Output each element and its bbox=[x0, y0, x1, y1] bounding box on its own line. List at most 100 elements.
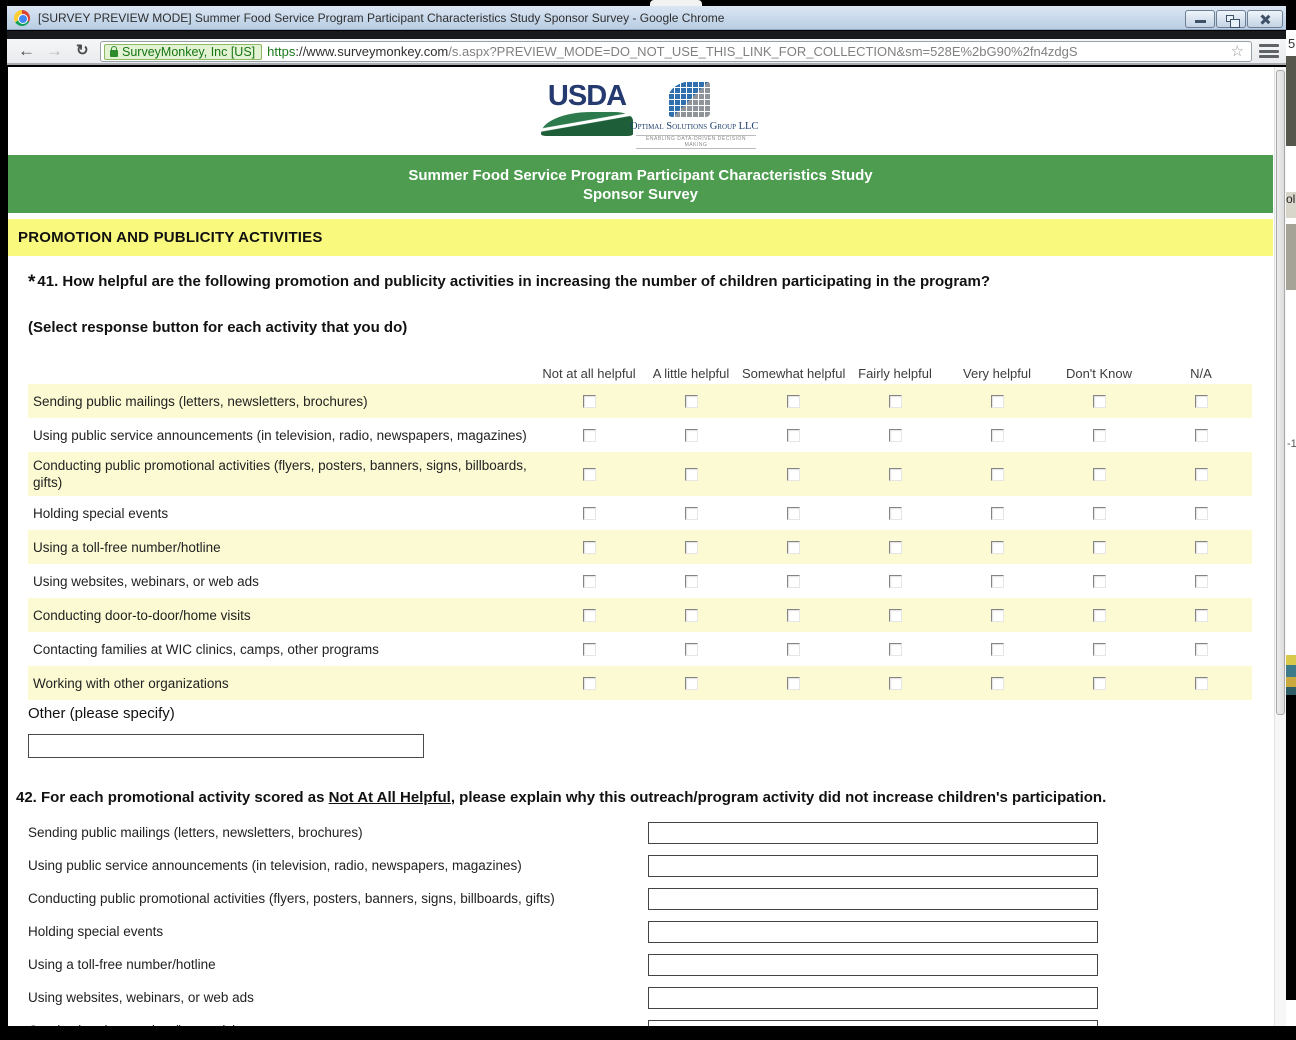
response-checkbox[interactable] bbox=[685, 643, 698, 656]
response-checkbox[interactable] bbox=[583, 643, 596, 656]
response-checkbox[interactable] bbox=[583, 609, 596, 622]
response-checkbox[interactable] bbox=[1195, 677, 1208, 690]
response-checkbox[interactable] bbox=[583, 429, 596, 442]
page-scrollbar[interactable] bbox=[1274, 67, 1286, 1026]
response-checkbox[interactable] bbox=[685, 507, 698, 520]
section-header: PROMOTION AND PUBLICITY ACTIVITIES bbox=[8, 219, 1273, 256]
response-checkbox[interactable] bbox=[991, 643, 1004, 656]
response-checkbox[interactable] bbox=[889, 541, 902, 554]
response-checkbox[interactable] bbox=[583, 541, 596, 554]
response-checkbox[interactable] bbox=[787, 541, 800, 554]
response-checkbox[interactable] bbox=[1195, 429, 1208, 442]
explain-input[interactable] bbox=[648, 921, 1098, 943]
survey-title-banner: Summer Food Service Program Participant … bbox=[8, 155, 1273, 213]
ssl-ev-badge[interactable]: SurveyMonkey, Inc [US] bbox=[104, 44, 262, 60]
column-header: Not at all helpful bbox=[538, 366, 640, 381]
response-checkbox[interactable] bbox=[991, 395, 1004, 408]
response-checkbox[interactable] bbox=[1093, 429, 1106, 442]
survey-title-line1: Summer Food Service Program Participant … bbox=[8, 166, 1273, 185]
response-checkbox[interactable] bbox=[787, 395, 800, 408]
chrome-menu-button[interactable] bbox=[1259, 44, 1281, 60]
restore-button[interactable] bbox=[1216, 10, 1246, 28]
response-checkbox[interactable] bbox=[1195, 507, 1208, 520]
response-checkbox[interactable] bbox=[787, 575, 800, 588]
response-checkbox[interactable] bbox=[685, 429, 698, 442]
minimize-button[interactable] bbox=[1185, 10, 1215, 28]
response-checkbox[interactable] bbox=[1195, 575, 1208, 588]
response-checkbox[interactable] bbox=[787, 609, 800, 622]
response-checkbox[interactable] bbox=[1195, 541, 1208, 554]
response-checkbox[interactable] bbox=[1093, 643, 1106, 656]
response-checkbox[interactable] bbox=[583, 468, 596, 481]
scrollbar-thumb[interactable] bbox=[1276, 70, 1285, 715]
response-checkbox[interactable] bbox=[1093, 609, 1106, 622]
response-checkbox[interactable] bbox=[787, 677, 800, 690]
close-button[interactable] bbox=[1247, 10, 1283, 28]
response-checkbox[interactable] bbox=[1093, 468, 1106, 481]
restore-icon bbox=[1226, 15, 1234, 22]
response-checkbox[interactable] bbox=[1093, 575, 1106, 588]
response-checkbox[interactable] bbox=[889, 507, 902, 520]
explain-input[interactable] bbox=[648, 822, 1098, 844]
title-bar[interactable]: [SURVEY PREVIEW MODE] Summer Food Servic… bbox=[7, 6, 1286, 30]
chrome-icon bbox=[14, 10, 30, 26]
response-checkbox[interactable] bbox=[583, 395, 596, 408]
explain-input[interactable] bbox=[648, 888, 1098, 910]
other-specify-input[interactable] bbox=[28, 734, 424, 758]
response-checkbox[interactable] bbox=[1195, 468, 1208, 481]
response-checkbox[interactable] bbox=[685, 609, 698, 622]
response-checkbox[interactable] bbox=[1195, 609, 1208, 622]
response-checkbox[interactable] bbox=[1093, 541, 1106, 554]
response-checkbox[interactable] bbox=[1093, 507, 1106, 520]
reload-button[interactable]: ↻ bbox=[76, 40, 89, 62]
response-checkbox[interactable] bbox=[991, 609, 1004, 622]
response-checkbox[interactable] bbox=[685, 395, 698, 408]
response-checkbox[interactable] bbox=[787, 429, 800, 442]
response-checkbox[interactable] bbox=[583, 677, 596, 690]
response-checkbox[interactable] bbox=[889, 677, 902, 690]
usda-logo: USDA bbox=[540, 81, 634, 141]
response-checkbox[interactable] bbox=[991, 468, 1004, 481]
matrix-row: Using websites, webinars, or web ads bbox=[28, 564, 1252, 598]
row-label: Using public service announcements (in t… bbox=[28, 858, 648, 873]
response-checkbox[interactable] bbox=[685, 541, 698, 554]
response-checkbox[interactable] bbox=[889, 468, 902, 481]
response-checkbox[interactable] bbox=[1195, 643, 1208, 656]
response-checkbox[interactable] bbox=[889, 609, 902, 622]
back-button[interactable]: ← bbox=[18, 40, 35, 62]
response-checkbox[interactable] bbox=[991, 575, 1004, 588]
address-bar[interactable]: SurveyMonkey, Inc [US] https://www.surve… bbox=[100, 41, 1252, 62]
ev-badge-label: SurveyMonkey, Inc [US] bbox=[122, 45, 255, 59]
row-label: Using websites, webinars, or web ads bbox=[28, 573, 538, 590]
response-checkbox[interactable] bbox=[889, 395, 902, 408]
row-label: Holding special events bbox=[28, 505, 538, 522]
response-checkbox[interactable] bbox=[991, 541, 1004, 554]
response-checkbox[interactable] bbox=[685, 575, 698, 588]
background-black-fragment bbox=[1286, 695, 1296, 1000]
response-checkbox[interactable] bbox=[787, 507, 800, 520]
matrix-header-row: Not at all helpful A little helpful Some… bbox=[28, 362, 1252, 384]
response-checkbox[interactable] bbox=[991, 677, 1004, 690]
survey-page: USDA Optimal Solutions Group LLC ENABLIN… bbox=[8, 67, 1274, 1032]
response-checkbox[interactable] bbox=[991, 507, 1004, 520]
response-checkbox[interactable] bbox=[787, 468, 800, 481]
bookmark-star-icon[interactable]: ☆ bbox=[1229, 42, 1244, 60]
response-checkbox[interactable] bbox=[889, 575, 902, 588]
explain-input[interactable] bbox=[648, 954, 1098, 976]
response-checkbox[interactable] bbox=[685, 468, 698, 481]
response-checkbox[interactable] bbox=[991, 429, 1004, 442]
explain-row: Using a toll-free number/hotline bbox=[28, 948, 1118, 981]
response-checkbox[interactable] bbox=[685, 677, 698, 690]
response-checkbox[interactable] bbox=[889, 643, 902, 656]
response-checkbox[interactable] bbox=[889, 429, 902, 442]
response-checkbox[interactable] bbox=[583, 507, 596, 520]
required-asterisk: * bbox=[28, 272, 35, 293]
response-checkbox[interactable] bbox=[583, 575, 596, 588]
response-checkbox[interactable] bbox=[1195, 395, 1208, 408]
explain-input[interactable] bbox=[648, 855, 1098, 877]
response-checkbox[interactable] bbox=[1093, 677, 1106, 690]
response-checkbox[interactable] bbox=[1093, 395, 1106, 408]
forward-button[interactable]: → bbox=[46, 40, 63, 62]
response-checkbox[interactable] bbox=[787, 643, 800, 656]
explain-input[interactable] bbox=[648, 987, 1098, 1009]
